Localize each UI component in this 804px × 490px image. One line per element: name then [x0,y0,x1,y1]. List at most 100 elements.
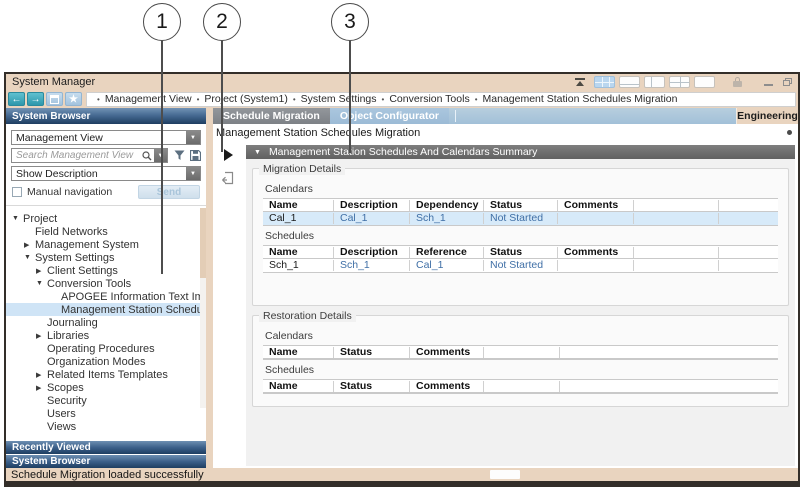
layout-four-pane-button[interactable] [594,76,615,88]
send-button[interactable]: Send [138,185,200,199]
column-header[interactable]: Status [333,381,409,392]
breadcrumb-item[interactable]: System Settings [301,93,377,105]
tree-item-scopes[interactable]: ▶Scopes [6,381,206,394]
minimize-button[interactable] [764,84,773,86]
column-header[interactable]: Description [333,247,409,258]
column-header[interactable]: Name [263,247,333,258]
column-header[interactable]: Name [263,347,333,358]
search-icon[interactable] [142,151,152,161]
column-header[interactable]: Status [483,247,557,258]
tree-item-label: Project [23,213,57,225]
restore-button[interactable] [783,78,792,86]
tree-item-views[interactable]: Views [6,420,206,433]
tree-item-label: Client Settings [47,265,118,277]
tree-item-journaling[interactable]: Journaling [6,316,206,329]
table-header-row: NameDescriptionReferenceStatusComments [263,246,778,259]
expanded-chevron-icon[interactable]: ▼ [12,215,23,222]
table-cell [557,260,633,271]
tree-item-system-settings[interactable]: ▼System Settings [6,251,206,264]
tree-item-label: Organization Modes [47,356,145,368]
column-header[interactable]: Description [333,200,409,211]
column-header[interactable]: Status [333,347,409,358]
manual-navigation-checkbox[interactable] [12,187,22,197]
tree-item-users[interactable]: Users [6,407,206,420]
tree-item-operating-procedures[interactable]: Operating Procedures [6,342,206,355]
column-header[interactable]: Dependency [409,200,483,211]
tree-item-security[interactable]: Security [6,394,206,407]
tree-item-field-networks[interactable]: Field Networks [6,225,206,238]
tree-item-client-settings[interactable]: ▶Client Settings [6,264,206,277]
system-browser-panel: System Browser Management View ▼ Search … [6,108,206,468]
recently-viewed-bar[interactable]: Recently Viewed [6,441,206,454]
restore-document-icon[interactable] [221,171,235,185]
description-dropdown[interactable]: Show Description ▼ [11,166,201,181]
breadcrumb-item[interactable]: Management Station Schedules Migration [483,93,678,105]
tree-item-conversion-tools[interactable]: ▼Conversion Tools [6,277,206,290]
filter-funnel-icon[interactable] [174,150,185,161]
collapsed-chevron-icon[interactable]: ▶ [36,371,47,379]
tree-item-project[interactable]: ▼Project [6,212,206,225]
table-row[interactable]: Cal_1Cal_1Sch_1Not Started [263,212,778,225]
chevron-down-icon[interactable]: ▼ [186,167,200,180]
table-row[interactable]: Sch_1Sch_1Cal_1Not Started [263,259,778,272]
column-header[interactable]: Comments [557,200,633,211]
tree-item-apogee-information-text-importer[interactable]: APOGEE Information Text Importer [6,290,206,303]
table-cell: Cal_1 [409,260,483,271]
breadcrumb-item[interactable]: Management View [105,93,192,105]
collapsed-chevron-icon[interactable]: ▶ [36,384,47,392]
tab-separator [455,110,456,122]
expanded-chevron-icon[interactable]: ▼ [36,280,47,287]
recently-viewed-icon[interactable] [46,92,63,106]
column-header[interactable]: Comments [409,381,483,392]
view-dropdown[interactable]: Management View ▼ [11,130,201,145]
collapsed-chevron-icon[interactable]: ▶ [24,241,35,249]
engineering-mode-label[interactable]: Engineering [736,108,798,124]
search-input[interactable]: Search Management View ▼ [11,148,168,163]
tree-item-management-station-schedules-migration[interactable]: Management Station Schedules Migration [6,303,206,316]
panel-splitter[interactable] [206,108,213,468]
column-header[interactable]: Name [263,200,333,211]
breadcrumb-item[interactable]: Project (System1) [204,93,287,105]
layout-single-pane-button[interactable] [694,76,715,88]
tree-scrollbar[interactable] [200,208,206,408]
system-browser-bar[interactable]: System Browser [6,455,206,468]
save-icon[interactable] [190,150,201,161]
status-splitter-handle[interactable] [490,470,520,479]
tree-item-organization-modes[interactable]: Organization Modes [6,355,206,368]
tree-item-management-system[interactable]: ▶Management System [6,238,206,251]
layout-left-right-button[interactable] [644,76,665,88]
window-title: System Manager [12,76,95,88]
back-button[interactable]: ← [8,92,25,106]
breadcrumb-item[interactable]: Conversion Tools [389,93,469,105]
column-header[interactable]: Status [483,200,557,211]
column-header[interactable]: Name [263,381,333,392]
lock-icon[interactable] [733,77,742,88]
column-header[interactable]: Comments [409,347,483,358]
column-header[interactable]: Comments [557,247,633,258]
tree-item-related-items-templates[interactable]: ▶Related Items Templates [6,368,206,381]
layout-grid-button[interactable] [669,76,690,88]
run-migration-button[interactable] [224,149,233,161]
browser-controls: Management View ▼ Search Management View… [6,124,206,205]
collapsed-chevron-icon[interactable]: ▶ [36,267,47,275]
column-header[interactable]: Reference [409,247,483,258]
pin-indicator-icon[interactable] [787,130,792,135]
callout-line-1 [161,41,163,274]
favorites-star-icon[interactable]: ★ [65,92,82,106]
breadcrumb[interactable]: •Management View•Project (System1)•Syste… [86,92,796,107]
layout-top-bottom-button[interactable] [619,76,640,88]
dock-collapse-icon[interactable] [574,78,586,87]
tab-schedule-migration[interactable]: Schedule Migration [213,108,330,124]
tree-item-label: Journaling [47,317,98,329]
tree-item-libraries[interactable]: ▶Libraries [6,329,206,342]
tab-object-configurator[interactable]: Object Configurator [330,108,449,124]
chevron-down-icon[interactable]: ▼ [186,131,200,144]
collapsed-chevron-icon[interactable]: ▶ [36,332,47,340]
expanded-chevron-icon[interactable]: ▼ [24,254,35,261]
table-cell [557,213,633,224]
navigation-bar: ← → ★ •Management View•Project (System1)… [6,90,798,108]
collapse-chevron-icon[interactable]: ▼ [254,149,261,156]
forward-button[interactable]: → [27,92,44,106]
system-browser-header[interactable]: System Browser [6,108,206,124]
summary-header[interactable]: ▼ Management Station Schedules And Calen… [246,145,795,159]
